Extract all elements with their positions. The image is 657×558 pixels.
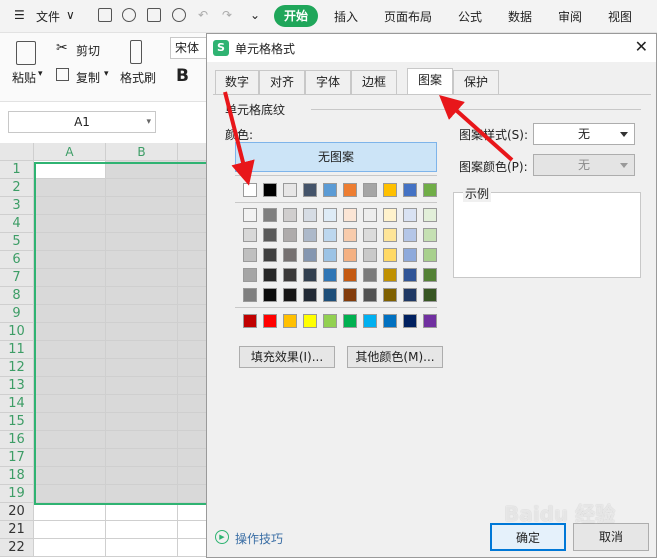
watermark-text: Baidu 经验 xyxy=(504,502,616,526)
arrow-to-white-swatch xyxy=(223,91,255,186)
arrow-to-patterns-tab xyxy=(439,95,514,162)
annotation-arrows xyxy=(223,91,514,186)
